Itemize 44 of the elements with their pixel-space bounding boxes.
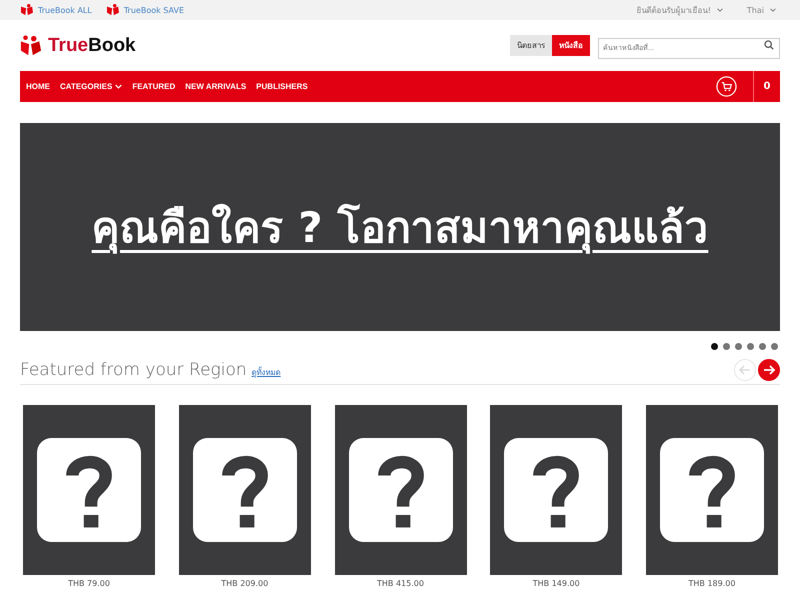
book-price: THB 209.00 — [221, 579, 268, 588]
slide-dot[interactable] — [759, 343, 766, 350]
category-tab[interactable]: นิตยสาร — [510, 35, 552, 56]
language-dropdown[interactable]: Thai — [746, 6, 776, 14]
book-logo-icon — [106, 4, 120, 16]
question-mark-icon — [37, 436, 141, 544]
top-link[interactable]: TrueBook SAVE — [106, 4, 184, 16]
nav-link[interactable]: PUBLISHERS — [256, 82, 308, 91]
slide-dot[interactable] — [747, 343, 754, 350]
nav-link[interactable]: CATEGORIES — [60, 82, 122, 91]
book-cover-placeholder[interactable] — [490, 405, 622, 575]
chevron-down-icon — [770, 8, 776, 12]
nav-link[interactable]: NEW ARRIVALS — [185, 82, 246, 91]
question-mark-icon — [348, 436, 452, 544]
book-logo-icon — [20, 34, 42, 56]
slide-dot[interactable] — [771, 343, 778, 350]
book-price: THB 415.00 — [377, 579, 424, 588]
banner-headline: คุณคือใคร ? โอกาสมาหาคุณแล้ว — [92, 202, 708, 256]
question-mark-icon — [192, 436, 297, 544]
top-link[interactable]: TrueBook ALL — [20, 4, 92, 16]
welcome-dropdown[interactable]: ยินดีต้อนรับผู้มาเยือน! — [636, 4, 723, 16]
slide-dot[interactable] — [711, 343, 718, 350]
cart-icon[interactable] — [716, 76, 737, 97]
question-mark-icon — [660, 436, 764, 544]
nav-link[interactable]: HOME — [26, 82, 50, 91]
nav-link[interactable]: FEATURED — [132, 82, 176, 91]
search-icon[interactable] — [764, 40, 774, 50]
book-cover-placeholder[interactable] — [178, 405, 311, 575]
book-cover-placeholder[interactable] — [334, 405, 466, 575]
slide-dot[interactable] — [735, 343, 742, 350]
chevron-down-icon — [716, 8, 723, 12]
see-all-link[interactable]: ดูทั้งหมด — [252, 366, 281, 379]
cart-count: 0 — [753, 71, 780, 102]
book-cover-placeholder[interactable] — [23, 405, 155, 575]
slide-dot[interactable] — [723, 343, 730, 350]
section-title: Featured from your Region — [20, 360, 247, 380]
book-price: THB 149.00 — [532, 579, 580, 588]
book-cover-placeholder[interactable] — [646, 405, 778, 575]
book-price: THB 189.00 — [688, 579, 736, 588]
logo-text: TrueBook — [48, 34, 136, 56]
book-logo-icon — [20, 4, 34, 16]
category-tab[interactable]: หนังสือ — [552, 35, 590, 56]
book-price: THB 79.00 — [68, 579, 110, 588]
question-mark-icon — [504, 436, 608, 544]
